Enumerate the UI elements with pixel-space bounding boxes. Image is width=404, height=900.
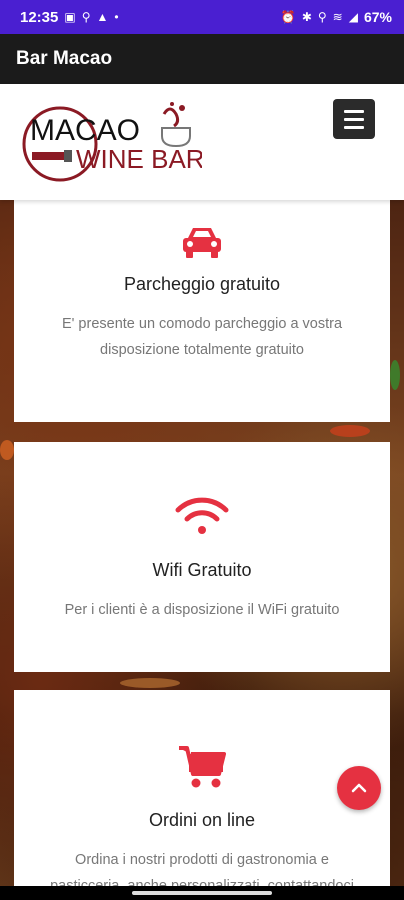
status-time: 12:35 xyxy=(20,8,59,26)
site-header: MACAO WINE BAR xyxy=(0,84,404,200)
battery-level: 67% xyxy=(363,9,392,25)
menu-button[interactable] xyxy=(333,99,375,139)
feature-card-orders: Ordini on line Ordina i nostri prodotti … xyxy=(14,690,390,894)
wifi-icon xyxy=(175,497,229,534)
app-title: Bar Macao xyxy=(16,48,113,69)
card-title: Wifi Gratuito xyxy=(152,560,252,580)
cart-icon xyxy=(179,746,226,788)
system-nav-bar xyxy=(0,886,404,900)
image-icon: ▣ xyxy=(64,10,76,24)
feature-card-wifi: Wifi Gratuito Per i clienti è a disposiz… xyxy=(14,442,390,672)
alarm-icon: ⏰ xyxy=(280,10,296,24)
location-icon: ⚲ xyxy=(81,10,91,24)
svg-text:WINE BAR: WINE BAR xyxy=(76,144,202,174)
home-gesture-handle[interactable] xyxy=(132,891,272,895)
feature-card-parking: Parcheggio gratuito E' presente un comod… xyxy=(14,200,390,422)
macao-wine-bar-logo[interactable]: MACAO WINE BAR xyxy=(22,98,202,190)
navigation-icon: ▲ xyxy=(96,10,109,24)
menu-icon-bar xyxy=(344,125,364,129)
card-description: Per i clienti è a disposizione il WiFi g… xyxy=(64,602,340,618)
menu-icon-bar xyxy=(344,109,364,113)
card-title: Ordini on line xyxy=(148,810,256,830)
chevron-up-icon xyxy=(351,783,367,793)
dot-icon: • xyxy=(114,10,119,24)
wifi-status-icon: ≋ xyxy=(332,10,343,24)
menu-icon-bar xyxy=(344,117,364,121)
app-bar: Bar Macao xyxy=(0,34,404,84)
back-to-top-button[interactable] xyxy=(337,766,381,810)
card-description: E' presente un comodo parcheggio a vostr… xyxy=(61,316,343,358)
bluetooth-icon: ✱ xyxy=(301,10,312,24)
location-icon: ⚲ xyxy=(317,10,327,24)
status-bar: 12:35 ▣ ⚲ ▲ • ⏰ ✱ ⚲ ≋ ◢ 67% xyxy=(0,0,404,34)
signal-icon: ◢ xyxy=(348,10,358,24)
card-title: Parcheggio gratuito xyxy=(123,274,281,294)
svg-text:MACAO: MACAO xyxy=(30,114,140,147)
car-icon xyxy=(183,228,221,258)
